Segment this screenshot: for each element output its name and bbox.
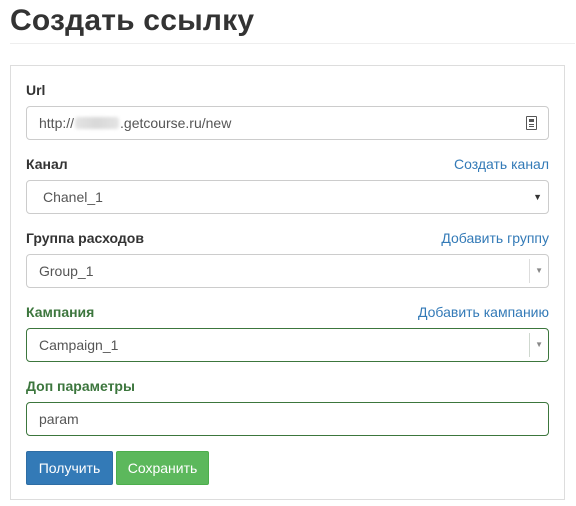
save-button[interactable]: Сохранить [116,451,209,485]
add-campaign-link[interactable]: Добавить кампанию [418,304,549,320]
campaign-selected-value: Campaign_1 [39,337,119,353]
title-divider [10,43,575,44]
channel-selected-value: Chanel_1 [43,189,103,205]
chevron-down-icon: ▼ [533,192,542,202]
add-group-link[interactable]: Добавить группу [441,230,549,246]
chevron-down-icon: ▼ [535,340,543,349]
create-link-form: Url http:// .getcourse.ru/new Канал Созда… [10,65,565,500]
url-label: Url [26,82,46,98]
redacted-subdomain [75,117,120,129]
expense-group-label: Группа расходов [26,230,144,246]
url-field[interactable]: http:// .getcourse.ru/new [26,106,549,140]
create-channel-link[interactable]: Создать канал [454,156,549,172]
clipboard-icon[interactable] [526,116,537,130]
channel-select[interactable]: Chanel_1 ▼ [26,180,549,214]
expense-group-selected-value: Group_1 [39,263,94,279]
get-button[interactable]: Получить [26,451,113,485]
extra-params-value: param [39,411,79,427]
channel-label: Канал [26,156,68,172]
campaign-label: Кампания [26,304,95,320]
url-value-prefix: http:// [39,115,75,131]
page-title: Создать ссылку [10,4,255,37]
chevron-down-icon: ▼ [535,266,543,275]
extra-params-input[interactable]: param [26,402,549,436]
url-value-suffix: .getcourse.ru/new [120,115,232,131]
extra-params-label: Доп параметры [26,378,135,394]
expense-group-select[interactable]: Group_1 ▼ [26,254,549,288]
campaign-select[interactable]: Campaign_1 ▼ [26,328,549,362]
